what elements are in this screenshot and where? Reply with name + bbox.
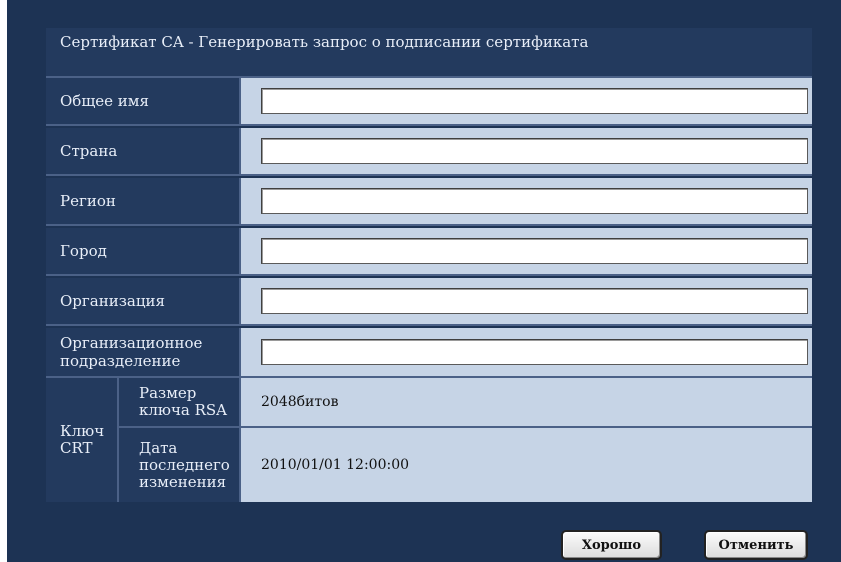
crt-key-label: Ключ CRT — [46, 378, 119, 502]
rsa-size-row: Размер ключа RSA 2048битов — [119, 378, 812, 428]
organizational-unit-input[interactable] — [261, 339, 808, 365]
common-name-cell — [241, 78, 812, 124]
country-cell — [241, 128, 812, 174]
rsa-size-label: Размер ключа RSA — [119, 378, 241, 426]
cancel-button[interactable]: Отменить — [704, 530, 808, 560]
row-region: Регион — [46, 178, 812, 226]
region-input[interactable] — [261, 188, 808, 214]
organization-cell — [241, 278, 812, 324]
region-cell — [241, 178, 812, 224]
row-country: Страна — [46, 128, 812, 176]
city-cell — [241, 228, 812, 274]
last-modified-row: Дата последнего изменения 2010/01/01 12:… — [119, 428, 812, 502]
row-organization: Организация — [46, 278, 812, 326]
city-label: Город — [46, 228, 241, 274]
row-organizational-unit: Организационное подразделение — [46, 328, 812, 378]
country-label: Страна — [46, 128, 241, 174]
region-label: Регион — [46, 178, 241, 224]
common-name-input[interactable] — [261, 88, 808, 114]
organization-label: Организация — [46, 278, 241, 324]
csr-form: Сертификат CA - Генерировать запрос о по… — [46, 28, 812, 502]
organization-input[interactable] — [261, 288, 808, 314]
last-modified-value: 2010/01/01 12:00:00 — [241, 428, 812, 502]
rsa-size-value: 2048битов — [241, 378, 812, 426]
crt-key-details: Размер ключа RSA 2048битов Дата последне… — [119, 378, 812, 502]
organizational-unit-label: Организационное подразделение — [46, 328, 241, 376]
crt-key-section: Ключ CRT Размер ключа RSA 2048битов Дата… — [46, 378, 812, 502]
organizational-unit-cell — [241, 328, 812, 376]
ok-button[interactable]: Хорошо — [561, 530, 662, 560]
row-common-name: Общее имя — [46, 78, 812, 126]
common-name-label: Общее имя — [46, 78, 241, 124]
city-input[interactable] — [261, 238, 808, 264]
country-input[interactable] — [261, 138, 808, 164]
row-city: Город — [46, 228, 812, 276]
page-title: Сертификат CA - Генерировать запрос о по… — [46, 28, 812, 78]
last-modified-label: Дата последнего изменения — [119, 428, 241, 502]
